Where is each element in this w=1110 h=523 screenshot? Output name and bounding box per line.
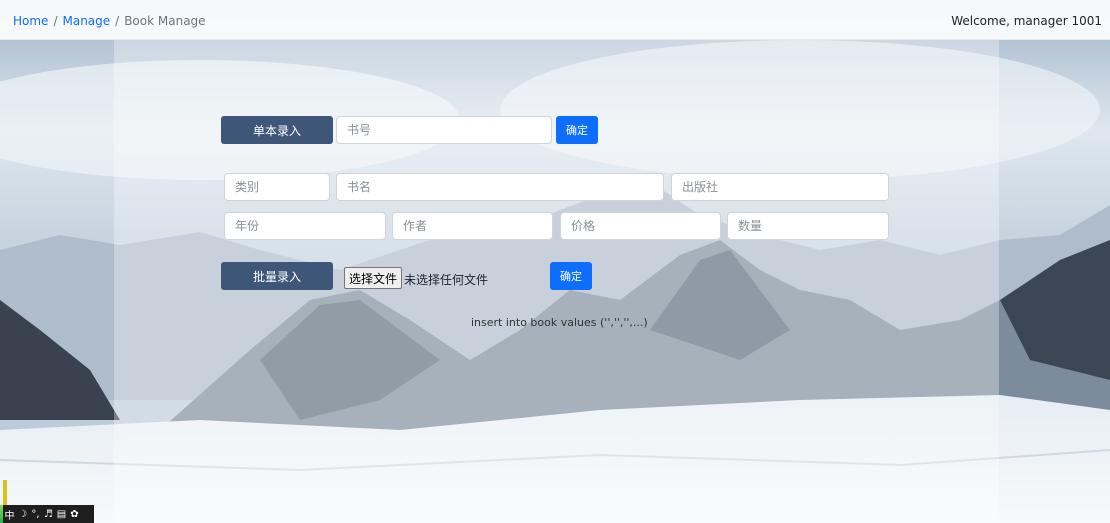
publisher-input[interactable]	[671, 173, 889, 201]
ime-language-toggle[interactable]: 中	[3, 507, 16, 522]
keyboard-icon[interactable]: ▤	[55, 509, 68, 520]
breadcrumb-home-link[interactable]: Home	[13, 14, 48, 28]
category-input[interactable]	[224, 173, 330, 201]
moon-icon[interactable]: ☽	[16, 509, 29, 520]
breadcrumb: Home / Manage / Book Manage	[13, 14, 206, 28]
file-status-text: 未选择任何文件	[404, 273, 489, 287]
settings-icon[interactable]: ✿	[68, 509, 81, 520]
top-navbar: Home / Manage / Book Manage Welcome, manager…	[0, 0, 1110, 40]
breadcrumb-separator: /	[53, 14, 58, 28]
breadcrumb-separator: /	[115, 14, 120, 28]
volume-indicator	[3, 480, 7, 505]
welcome-text: Welcome, manager 1001	[951, 14, 1102, 28]
quantity-input[interactable]	[727, 212, 889, 240]
breadcrumb-manage-link[interactable]: Manage	[62, 14, 110, 28]
microphone-icon[interactable]: ♬	[42, 509, 55, 520]
title-input[interactable]	[336, 173, 664, 201]
year-input[interactable]	[224, 212, 386, 240]
price-input[interactable]	[560, 212, 721, 240]
single-entry-button[interactable]: 单本录入	[221, 116, 333, 144]
ime-toolbar: 中 ☽ °, ♬ ▤ ✿	[0, 505, 94, 523]
isbn-input[interactable]	[336, 116, 552, 144]
book-manage-form: 单本录入 确定 批量录入 选择文件 未选择任何文件 确定 insert into…	[0, 0, 1110, 523]
sql-hint-text: insert into book values ('','','',...)	[471, 316, 648, 329]
choose-file-button[interactable]: 选择文件	[344, 267, 403, 289]
punctuation-icon[interactable]: °,	[29, 509, 42, 520]
single-confirm-button[interactable]: 确定	[556, 116, 598, 144]
breadcrumb-current: Book Manage	[124, 14, 206, 28]
batch-entry-button[interactable]: 批量录入	[221, 262, 333, 290]
batch-confirm-button[interactable]: 确定	[550, 262, 592, 290]
author-input[interactable]	[392, 212, 553, 240]
